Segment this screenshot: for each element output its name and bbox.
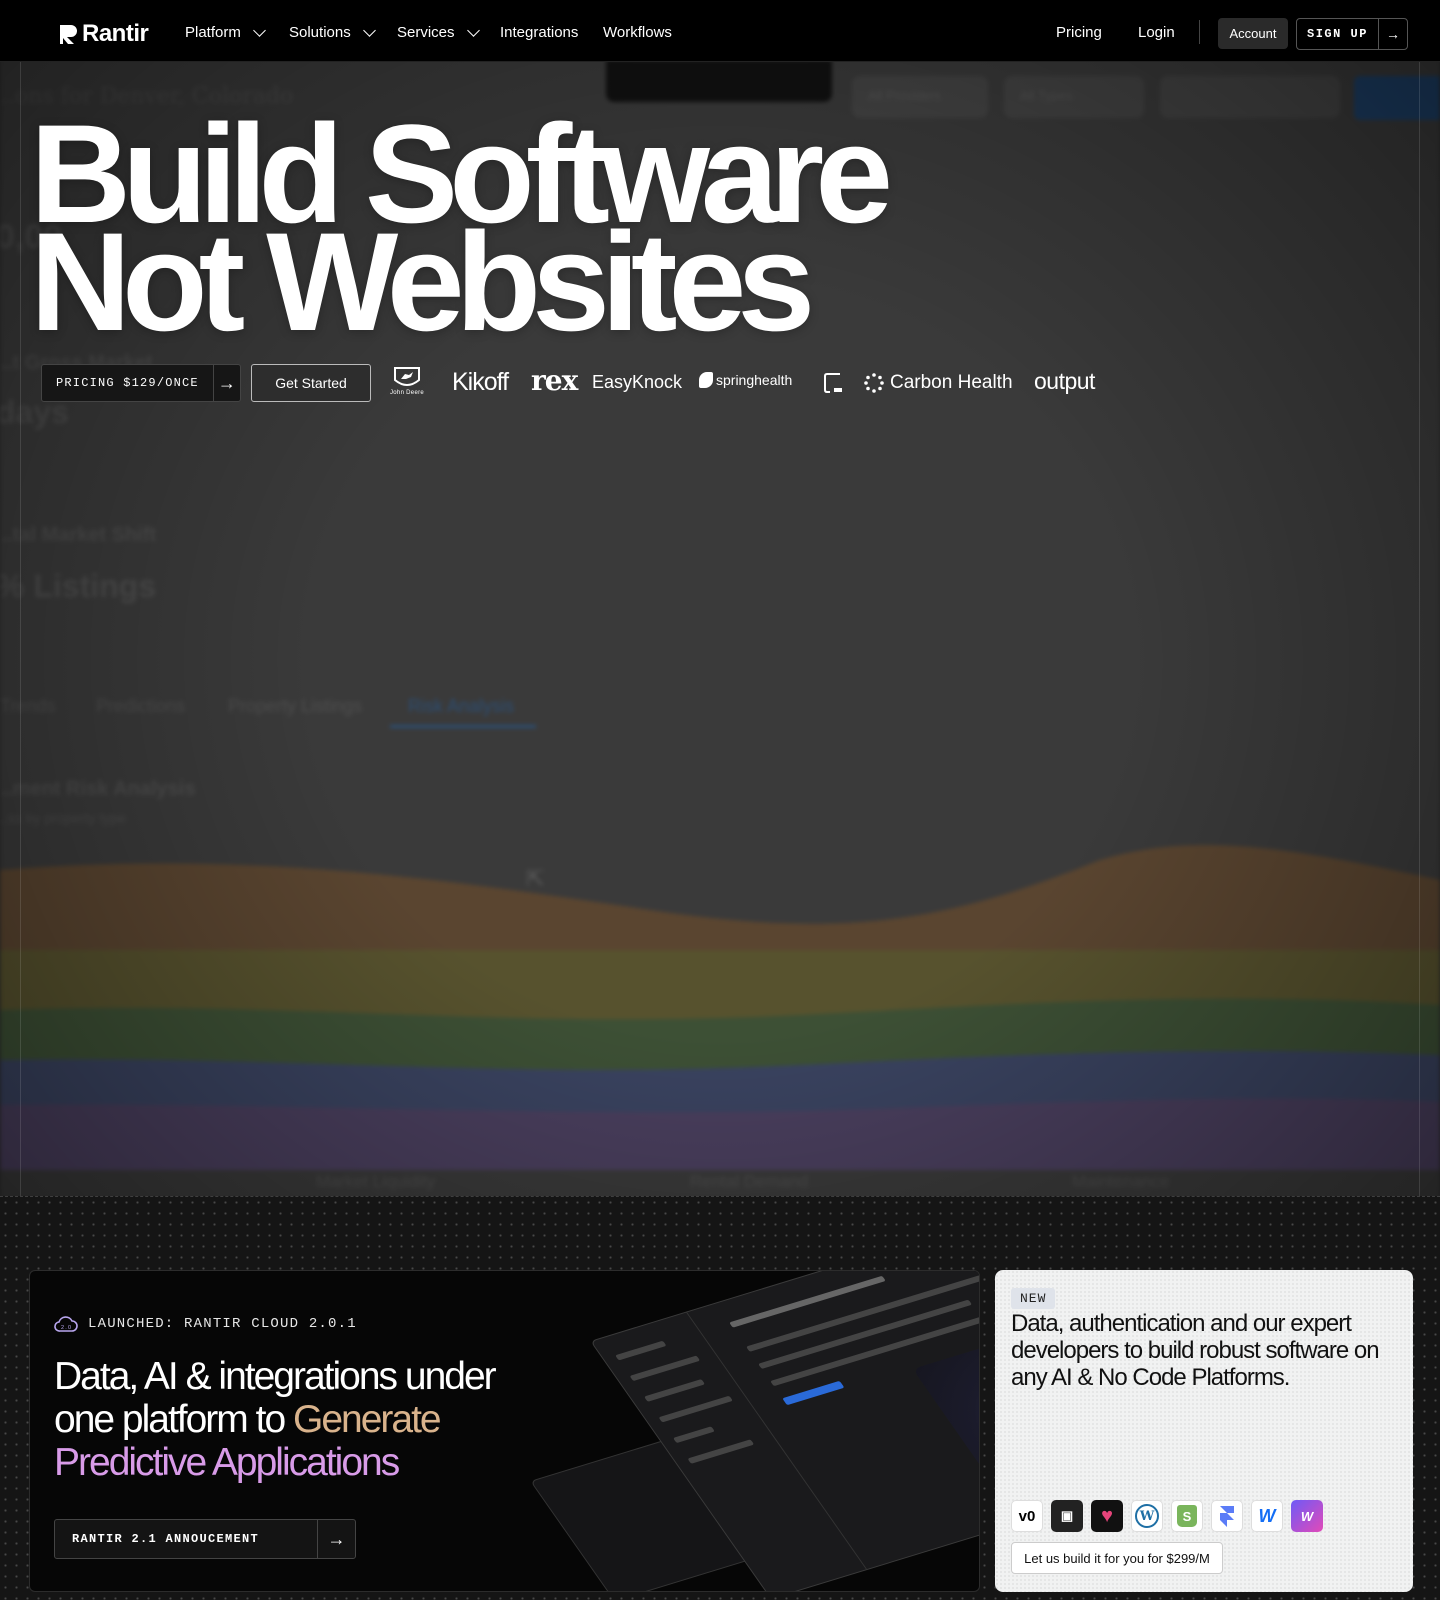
bg-tab-property-listings: Property Listings [228,696,363,716]
nav-integrations[interactable]: Integrations [500,24,578,41]
bg-tab-risk-analysis: Risk Analysis [390,696,536,728]
platform-logos: v0 ▣ ♥ W S W W [1011,1500,1323,1532]
bg-section-subtitle: ...ss by property type [0,810,126,826]
arrow-right-icon: → [327,1528,346,1549]
bg-stacked-area-chart [0,845,1440,1170]
bg-axis-rental-demand: Rental Demand [690,1172,809,1191]
dots-ring-icon [864,373,884,393]
top-navigation: Rantir Platform Solutions Services Integ… [0,0,1440,62]
chevron-down-icon [362,23,376,37]
bg-filter-types: All Types [1004,76,1144,118]
cloud-icon: 2.0 [54,1316,78,1332]
nav-solutions[interactable]: Solutions [289,23,376,41]
new-badge: NEW [1011,1288,1056,1309]
guide-line-left [20,60,21,1200]
client-logo-easyknock: EasyKnock [592,372,683,392]
new-service-description: Data, authentication and our expert deve… [1011,1310,1380,1391]
launch-announcement-card: 2.0 LAUNCHED: RANTIR CLOUD 2.0.1 Data, A… [29,1270,980,1592]
shopify-icon: S [1171,1500,1203,1532]
bg-axis-market-liquidity: Market Liquidity [316,1172,436,1191]
framer-icon [1211,1500,1243,1532]
bg-metric2-value: % Listings [0,568,157,604]
lovable-icon: ♥ [1091,1500,1123,1532]
hero-headline-line2: Not Websites [30,203,815,360]
rantir-logo-icon [60,25,77,44]
client-logo-rex: rex [531,364,578,397]
deer-icon [394,367,421,386]
rantir-logo-text: Rantir [82,20,149,47]
bg-section-title: ...ment Risk Analysis [0,778,196,800]
bg-filter-chip [1160,76,1340,118]
client-logo-kikoff: Kikoff [452,368,509,396]
client-logo-springhealth: springhealth [699,372,792,388]
new-service-card: NEW Data, authentication and our expert … [995,1270,1413,1592]
bg-cursor-icon: ⇱ [526,866,545,891]
announcement-button-label: RANTIR 2.1 ANNOUCEMENT [55,1520,318,1558]
nav-solutions-label: Solutions [289,24,351,41]
get-started-button[interactable]: Get Started [251,364,371,402]
svg-text:2.0: 2.0 [61,1325,72,1331]
account-button[interactable]: Account [1218,18,1288,49]
client-logo-carbon-health: Carbon Health [864,372,1013,394]
bg-axis-maintenance: Maintenance [1072,1172,1170,1191]
nav-platform-label: Platform [185,24,241,41]
webflow-icon: W [1251,1500,1283,1532]
nav-workflows[interactable]: Workflows [603,24,672,41]
wordpress-icon: W [1131,1500,1163,1532]
nav-platform[interactable]: Platform [185,23,266,41]
pricing-once-button[interactable]: PRICING $129/ONCE → [41,364,241,402]
leaf-icon [699,372,713,388]
client-logo-output: output [1034,368,1095,394]
nav-services[interactable]: Services [397,23,480,41]
bg-metric2-label: ...tal Market Shift [0,524,157,546]
client-john-deere-text: John Deere [390,390,425,396]
client-carbon-health-text: Carbon Health [890,372,1013,393]
signup-button-label: SIGN UP [1297,19,1379,49]
guide-line-right [1419,60,1420,1200]
launch-headline-gold: Generate [292,1398,442,1441]
launch-badge: 2.0 LAUNCHED: RANTIR CLOUD 2.0.1 [54,1315,357,1333]
launch-badge-text: LAUNCHED: RANTIR CLOUD 2.0.1 [88,1316,357,1332]
nav-integrations-label: Integrations [500,24,579,41]
bolt-icon: ▣ [1051,1500,1083,1532]
client-logo-bracket [822,371,844,395]
rantir-logo[interactable]: Rantir [58,20,149,48]
bg-tab-trends: Trends [0,696,56,716]
client-logo-john-deere: John Deere [390,366,424,396]
client-springhealth-text: springhealth [716,372,793,388]
bg-tab-predictions: Predictions [96,696,186,716]
v0-icon: v0 [1011,1500,1043,1532]
bg-apply-button [1354,76,1440,120]
nav-login-link[interactable]: Login [1138,24,1175,41]
bracket-logo-icon [824,373,842,393]
wized-icon: W [1291,1500,1323,1532]
chevron-down-icon [252,23,266,37]
arrow-right-icon: → [217,372,236,393]
announcement-button[interactable]: RANTIR 2.1 ANNOUCEMENT → [54,1519,356,1559]
arrow-right-icon: → [1385,26,1400,42]
nav-services-label: Services [397,24,455,41]
nav-divider [1199,20,1200,44]
nav-workflows-label: Workflows [603,24,672,41]
nav-pricing-link[interactable]: Pricing [1056,24,1102,41]
launch-headline: Data, AI & integrations under one platfo… [54,1355,524,1484]
pricing-once-label: PRICING $129/ONCE [42,365,214,401]
chevron-down-icon [466,23,480,37]
build-it-for-you-button[interactable]: Let us build it for you for $299/M [1011,1542,1223,1574]
launch-headline-pink: Predictive Applications [54,1441,400,1484]
signup-button[interactable]: SIGN UP → [1296,18,1408,50]
